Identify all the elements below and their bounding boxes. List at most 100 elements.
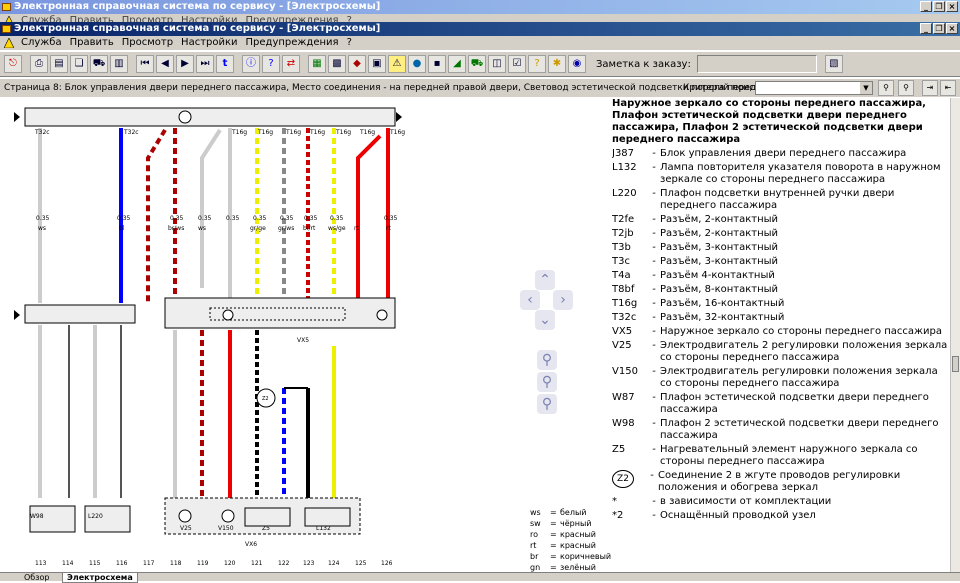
search-next-button[interactable]: ⚲ bbox=[898, 80, 914, 96]
import-button[interactable]: ⇤ bbox=[940, 80, 956, 96]
car2-icon[interactable]: ⛟ bbox=[468, 55, 486, 73]
search-button[interactable]: ⚲ bbox=[878, 80, 894, 96]
front-window-titlebar[interactable]: Электронная справочная система по сервис… bbox=[0, 22, 960, 36]
tag-icon[interactable]: ◫ bbox=[488, 55, 506, 73]
book-icon[interactable]: ◆ bbox=[348, 55, 366, 73]
legend-row: V25- Электродвигатель 2 регулировки полож… bbox=[612, 340, 948, 363]
chevron-down-icon[interactable]: ▼ bbox=[860, 82, 872, 94]
ship-icon[interactable]: ◢ bbox=[448, 55, 466, 73]
question-icon[interactable]: ? bbox=[528, 55, 546, 73]
legend-row: T3c - Разъём, 3-контактный bbox=[612, 256, 779, 267]
car-icon[interactable]: ⛟ bbox=[90, 55, 108, 73]
svg-text:118: 118 bbox=[170, 560, 182, 567]
check-icon[interactable]: ☑ bbox=[508, 55, 526, 73]
zoom-fit-icon[interactable]: ⚲ bbox=[537, 394, 557, 414]
swap-icon[interactable]: ⇄ bbox=[282, 55, 300, 73]
svg-text:L220: L220 bbox=[88, 513, 103, 520]
zoom-in-icon[interactable]: ⚲ bbox=[537, 372, 557, 392]
menu-warnings[interactable]: Предупреждения bbox=[242, 36, 343, 50]
restore-button[interactable]: ❐ bbox=[933, 23, 945, 34]
legend-row: T4a - Разъём 4-контактный bbox=[612, 270, 775, 281]
front-window-title: Электронная справочная система по сервис… bbox=[14, 23, 381, 34]
svg-text:0.35: 0.35 bbox=[36, 215, 50, 222]
tab-wiring[interactable]: Электросхема bbox=[62, 573, 138, 583]
disk-icon[interactable]: ◉ bbox=[568, 55, 586, 73]
svg-text:VX6: VX6 bbox=[245, 541, 257, 548]
svg-text:0.35: 0.35 bbox=[384, 215, 398, 222]
restore-button[interactable]: ❐ bbox=[933, 1, 945, 12]
svg-text:0.35: 0.35 bbox=[253, 215, 267, 222]
svg-text:T16g: T16g bbox=[231, 129, 247, 136]
svg-text:T16g: T16g bbox=[389, 129, 405, 136]
pan-right-icon[interactable]: › bbox=[553, 290, 573, 310]
doc-icon[interactable]: ▥ bbox=[110, 55, 128, 73]
front-menubar: Служба Править Просмотр Настройки Предуп… bbox=[0, 36, 960, 50]
svg-text:T16g: T16g bbox=[285, 129, 301, 136]
wiring-diagram[interactable]: T32c T32c T16g T16g T16g T16g T16g T16g T16g 0… bbox=[0, 98, 410, 572]
wiring-diagram-svg: T32c T32c T16g T16g T16g T16g T16g T16g T16g 0… bbox=[14, 107, 405, 567]
svg-text:117: 117 bbox=[143, 560, 155, 567]
back-window-titlebar[interactable]: Электронная справочная система по сервис… bbox=[0, 0, 960, 14]
last-icon[interactable]: ⏭ bbox=[196, 55, 214, 73]
order-note-button[interactable]: ▧ bbox=[824, 55, 843, 73]
svg-text:VX5: VX5 bbox=[297, 337, 309, 344]
menu-service[interactable]: Служба bbox=[17, 36, 66, 50]
pan-left-icon[interactable]: ‹ bbox=[520, 290, 540, 310]
svg-text:T16g: T16g bbox=[257, 129, 273, 136]
legend-row-star2: *2- Оснащённый проводкой узел bbox=[612, 510, 816, 521]
legend-row: J387- Блок управления двери переднего пас… bbox=[612, 148, 907, 159]
globe-icon[interactable]: ● bbox=[408, 55, 426, 73]
svg-text:123: 123 bbox=[303, 560, 315, 567]
first-icon[interactable]: ⏮ bbox=[136, 55, 154, 73]
pan-up-icon[interactable]: ⌃ bbox=[535, 270, 555, 290]
info-icon[interactable]: ⓘ bbox=[242, 55, 260, 73]
legend-row: L132- Лампа повторителя указателя поворот… bbox=[612, 162, 941, 185]
menu-edit[interactable]: Править bbox=[66, 36, 118, 50]
warning-tb-icon[interactable]: ⚠ bbox=[388, 55, 406, 73]
order-note-input[interactable] bbox=[696, 55, 817, 73]
bulb-icon[interactable]: ✱ bbox=[548, 55, 566, 73]
svg-text:126: 126 bbox=[381, 560, 393, 567]
menu-settings[interactable]: Настройки bbox=[177, 36, 241, 50]
svg-text:ws/ge: ws/ge bbox=[328, 225, 346, 232]
svg-text:bl/rt: bl/rt bbox=[303, 225, 316, 232]
svg-text:rt: rt bbox=[354, 225, 359, 232]
zoom-out-icon[interactable]: ⚲ bbox=[537, 350, 557, 370]
next-icon[interactable]: ▶ bbox=[176, 55, 194, 73]
svg-text:0.35: 0.35 bbox=[304, 215, 318, 222]
svg-text:0.35: 0.35 bbox=[170, 215, 184, 222]
minimize-button[interactable]: _ bbox=[920, 1, 932, 12]
order-note-label: Заметка к заказу: bbox=[596, 58, 691, 70]
svg-text:Z2: Z2 bbox=[262, 396, 269, 402]
prev-icon[interactable]: ◀ bbox=[156, 55, 174, 73]
close-button[interactable]: × bbox=[946, 23, 958, 34]
tool-icon[interactable]: ▪ bbox=[428, 55, 446, 73]
legend-panel: Наружное зеркало со стороны переднего па… bbox=[612, 98, 950, 572]
export-button[interactable]: ⇥ bbox=[922, 80, 938, 96]
close-button[interactable]: × bbox=[946, 1, 958, 12]
bottom-tabs: Обзор Электросхема bbox=[0, 572, 960, 583]
t-icon[interactable]: t bbox=[216, 55, 234, 73]
table-icon[interactable]: ▩ bbox=[328, 55, 346, 73]
help-icon[interactable]: ? bbox=[262, 55, 280, 73]
color-code-table: ws = белый sw = чёрный ro = красный rt = красный… bbox=[530, 508, 612, 572]
exit-icon[interactable]: ⎋ bbox=[4, 55, 22, 73]
print-icon[interactable]: ⎙ bbox=[30, 55, 48, 73]
copy-icon[interactable]: ❏ bbox=[70, 55, 88, 73]
svg-text:119: 119 bbox=[197, 560, 209, 567]
app-icon bbox=[2, 25, 11, 33]
svg-text:125: 125 bbox=[355, 560, 367, 567]
svg-text:T32c: T32c bbox=[34, 129, 50, 136]
legend-row: VX5- Наружное зеркало со стороны переднег… bbox=[612, 326, 943, 337]
pan-down-icon[interactable]: ⌄ bbox=[535, 310, 555, 330]
menu-view[interactable]: Просмотр bbox=[118, 36, 177, 50]
scroll-thumb[interactable] bbox=[952, 356, 959, 372]
grid-icon[interactable]: ▦ bbox=[308, 55, 326, 73]
menu-help[interactable]: ? bbox=[343, 36, 356, 50]
search-combo[interactable]: ▼ bbox=[755, 81, 873, 95]
svg-text:0.35: 0.35 bbox=[117, 215, 131, 222]
doc2-icon[interactable]: ▣ bbox=[368, 55, 386, 73]
vertical-scrollbar[interactable] bbox=[950, 98, 960, 572]
minimize-button[interactable]: _ bbox=[920, 23, 932, 34]
page-icon[interactable]: ▤ bbox=[50, 55, 68, 73]
